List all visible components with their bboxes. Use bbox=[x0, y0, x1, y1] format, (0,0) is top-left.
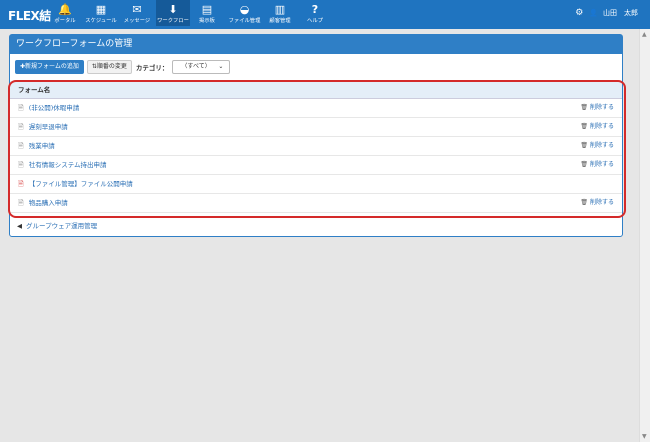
workflow-icon: ⬇ bbox=[168, 3, 178, 16]
scroll-down-icon[interactable]: ▼ bbox=[642, 433, 647, 440]
user-icon: 👤 bbox=[589, 9, 598, 17]
nav-help[interactable]: ? ヘルプ bbox=[304, 3, 326, 25]
nav-customer[interactable]: ▥ 顧客管理 bbox=[266, 3, 294, 25]
nav-file[interactable]: ◒ ファイル管理 bbox=[227, 3, 262, 25]
toolbar: ✚新規フォームの追加 ⇅順番の変更 カテゴリ： （すべて） ⌄ bbox=[15, 60, 231, 74]
app-logo[interactable]: FLEX結 bbox=[8, 7, 51, 24]
scroll-up-icon[interactable]: ▲ bbox=[642, 31, 647, 38]
customer-icon: ▥ bbox=[274, 3, 286, 16]
settings-icon[interactable]: ⚙ bbox=[575, 8, 583, 18]
envelope-icon: ✉ bbox=[132, 3, 142, 16]
nav-workflow[interactable]: ⬇ ワークフロー bbox=[156, 0, 190, 26]
bulletin-icon: ▤ bbox=[201, 3, 213, 16]
nav-message[interactable]: ✉ メッセージ bbox=[123, 3, 151, 25]
scrollbar[interactable]: ▲ ▼ bbox=[639, 29, 650, 442]
nav-schedule[interactable]: ▦ スケジュール bbox=[85, 3, 117, 25]
help-icon: ? bbox=[311, 3, 319, 16]
user-menu[interactable]: ⚙ 👤 山田 太郎 bbox=[575, 8, 638, 18]
calendar-icon: ▦ bbox=[95, 3, 107, 16]
nav-portal[interactable]: 🔔 ポータル bbox=[52, 3, 78, 25]
panel-title: ワークフローフォームの管理 bbox=[10, 35, 622, 54]
category-select[interactable]: （すべて） ⌄ bbox=[172, 60, 231, 74]
bell-icon: 🔔 bbox=[58, 3, 72, 16]
folder-icon: ◒ bbox=[239, 3, 250, 16]
highlight-box bbox=[8, 80, 626, 218]
nav-bulletin[interactable]: ▤ 掲示板 bbox=[196, 3, 218, 25]
add-form-button[interactable]: ✚新規フォームの追加 bbox=[15, 60, 84, 74]
user-name: 山田 太郎 bbox=[603, 9, 638, 17]
chevron-down-icon: ⌄ bbox=[218, 63, 224, 70]
change-order-button[interactable]: ⇅順番の変更 bbox=[86, 60, 132, 74]
caret-left-icon: ◀ bbox=[17, 222, 22, 230]
top-bar: FLEX結 🔔 ポータル ▦ スケジュール ✉ メッセージ ⬇ ワークフロー ▤… bbox=[0, 0, 650, 29]
category-label: カテゴリ： bbox=[135, 64, 169, 72]
back-link[interactable]: ◀ グループウェア運用管理 bbox=[17, 220, 97, 230]
